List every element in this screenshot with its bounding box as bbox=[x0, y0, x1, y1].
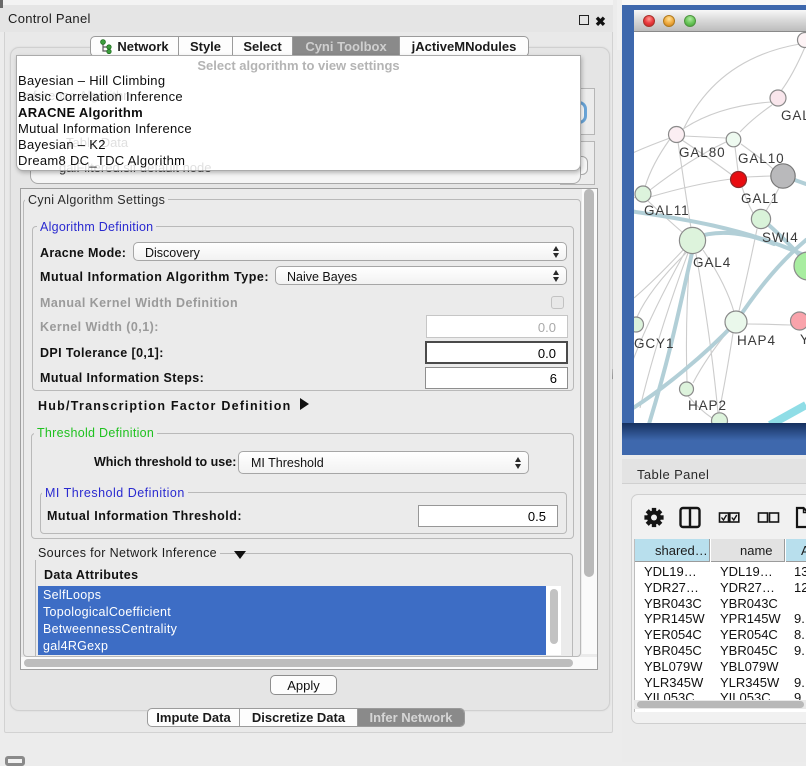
svg-text:GAL11: GAL11 bbox=[644, 203, 690, 218]
svg-text:GCY1: GCY1 bbox=[634, 336, 674, 351]
svg-text:GAL1: GAL1 bbox=[741, 191, 779, 206]
svg-text:GAL80: GAL80 bbox=[679, 145, 726, 160]
svg-text:SWI4: SWI4 bbox=[762, 230, 799, 245]
svg-text:GAL7: GAL7 bbox=[781, 108, 806, 123]
svg-text:GAL10: GAL10 bbox=[738, 151, 785, 166]
svg-text:HAP4: HAP4 bbox=[737, 333, 776, 348]
svg-text:GAL4: GAL4 bbox=[693, 255, 731, 270]
svg-text:YM: YM bbox=[800, 332, 806, 347]
svg-text:HAP2: HAP2 bbox=[688, 398, 727, 413]
